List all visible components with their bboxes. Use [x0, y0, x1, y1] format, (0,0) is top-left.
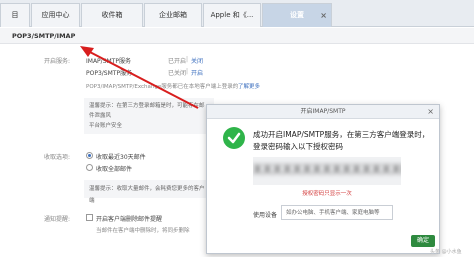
arrow-shaft	[85, 49, 199, 109]
device-label: 使用设备	[253, 212, 278, 219]
confirm-button[interactable]: 确定	[411, 235, 435, 247]
dialog-title: 开启IMAP/SMTP	[300, 108, 346, 115]
success-check-icon	[223, 127, 245, 149]
watermark: 头条 @小水鱼	[430, 249, 462, 255]
code-warning: 授权密码只显示一次	[302, 191, 352, 197]
arrow-head	[80, 46, 94, 57]
checkmark-glyph	[227, 132, 241, 144]
auth-code-box: XXXXXXXXXXXXXXXK	[253, 157, 401, 185]
dialog-message: 成功开启IMAP/SMTP服务，在第三方客户端登录时，登录密码输入以下授权密码	[253, 130, 430, 151]
enable-imap-dialog: 开启IMAP/SMTP × 成功开启IMAP/SMTP服务，在第三方客户端登录时…	[206, 104, 440, 254]
close-icon[interactable]: ×	[427, 105, 434, 119]
auth-code: XXXXXXXXXXXXXXXK	[253, 163, 401, 178]
dialog-header: 开启IMAP/SMTP ×	[207, 105, 439, 119]
device-input[interactable]: 如办公电脑、手机客户端、家庭电脑等	[281, 205, 393, 220]
